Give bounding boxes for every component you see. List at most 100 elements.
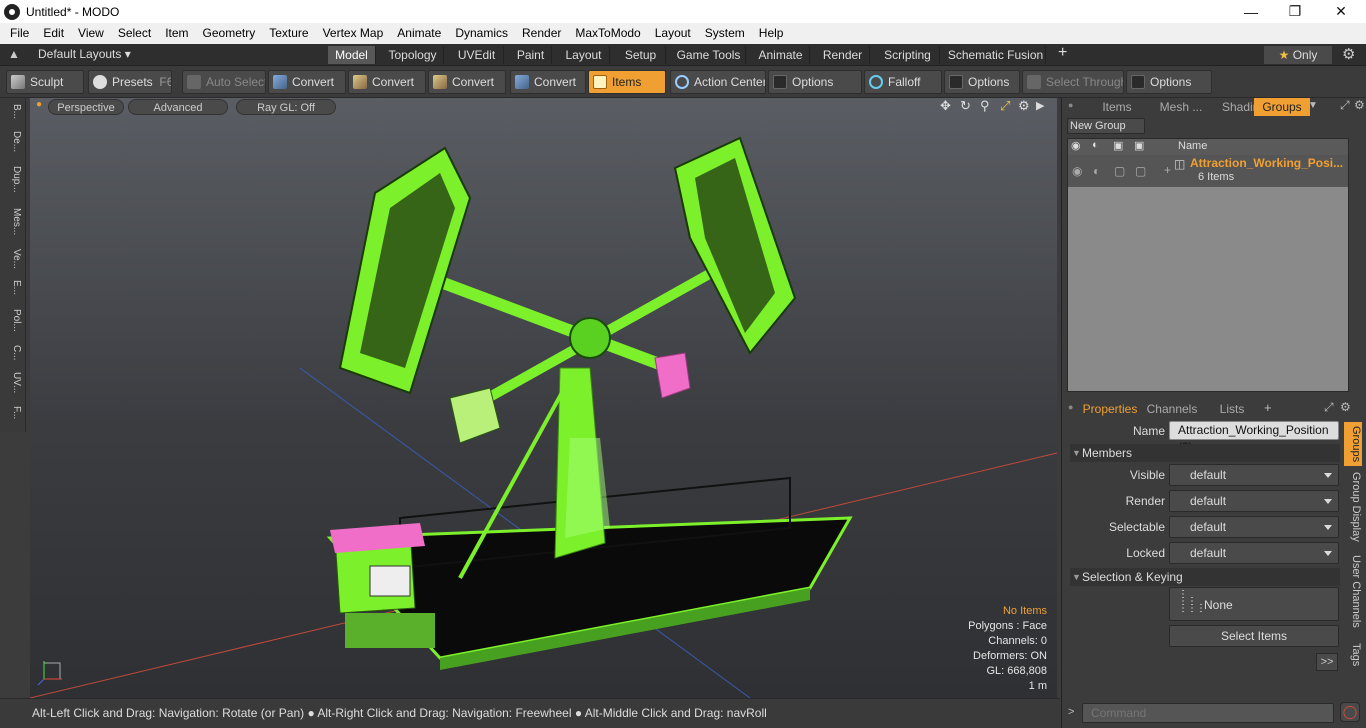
menu-system[interactable]: System bbox=[698, 23, 752, 44]
selection-keying-section[interactable]: ▼ Selection & Keying bbox=[1070, 568, 1340, 586]
left-tab-edge[interactable]: E... bbox=[4, 276, 22, 300]
menu-view[interactable]: View bbox=[71, 23, 111, 44]
close-button[interactable]: ✕ bbox=[1318, 0, 1364, 23]
render-toggle-icon[interactable]: ◐ bbox=[1093, 164, 1100, 178]
lock-column-icon[interactable]: ▣ bbox=[1113, 139, 1123, 152]
gear-icon[interactable]: ⚙ bbox=[1342, 45, 1355, 63]
action-center-button[interactable]: Action Center bbox=[670, 70, 766, 94]
view-mode-button[interactable]: Perspective bbox=[48, 99, 124, 115]
side-tab-group-display[interactable]: Group Display bbox=[1344, 472, 1362, 542]
collapse-icon[interactable]: ▲ bbox=[8, 47, 20, 61]
options-button-1[interactable]: Options bbox=[768, 70, 862, 94]
pan-icon[interactable]: ✥ bbox=[940, 98, 951, 114]
tab-topology[interactable]: Topology bbox=[382, 46, 444, 64]
expand-plus-icon[interactable]: + bbox=[1164, 163, 1171, 177]
menu-edit[interactable]: Edit bbox=[36, 23, 71, 44]
convert-button-2[interactable]: Convert bbox=[348, 70, 426, 94]
add-tab-icon[interactable]: + bbox=[1264, 400, 1272, 415]
tab-properties[interactable]: Properties bbox=[1082, 400, 1138, 418]
menu-texture[interactable]: Texture bbox=[262, 23, 315, 44]
panel-menu-icon[interactable]: ● bbox=[1068, 100, 1073, 110]
new-group-button[interactable]: New Group bbox=[1067, 118, 1145, 134]
left-tab-vertex[interactable]: Ve... bbox=[4, 246, 22, 272]
tab-groups[interactable]: Groups bbox=[1254, 98, 1310, 116]
left-tab-polygon[interactable]: Pol... bbox=[4, 304, 22, 336]
menu-file[interactable]: File bbox=[0, 23, 36, 44]
viewport-menu-icon[interactable]: ● bbox=[36, 99, 42, 110]
left-tab-fusion[interactable]: F... bbox=[4, 400, 22, 426]
menu-dynamics[interactable]: Dynamics bbox=[448, 23, 515, 44]
render-dropdown[interactable]: default bbox=[1169, 490, 1339, 512]
3d-viewport[interactable]: ● Perspective Advanced Ray GL: Off ✥ ↻ ⚲… bbox=[30, 98, 1057, 698]
menu-geometry[interactable]: Geometry bbox=[196, 23, 263, 44]
side-tab-user-channels[interactable]: User Channels bbox=[1344, 554, 1362, 628]
add-tab-icon[interactable]: + bbox=[1058, 44, 1067, 62]
viewport-settings-icon[interactable]: ⚙ bbox=[1018, 98, 1030, 114]
record-icon[interactable]: ◯ bbox=[1340, 702, 1360, 722]
key-none-button[interactable]: ⋮ ⋮⋮ ⋮⋮⋮ None bbox=[1169, 587, 1339, 621]
selectable-dropdown[interactable]: default bbox=[1169, 516, 1339, 538]
visibility-eye-icon[interactable]: ◉ bbox=[1072, 164, 1082, 178]
menu-layout[interactable]: Layout bbox=[648, 23, 698, 44]
tab-channels[interactable]: Channels bbox=[1144, 400, 1200, 418]
locked-dropdown[interactable]: default bbox=[1169, 542, 1339, 564]
sculpt-button[interactable]: Sculpt bbox=[6, 70, 84, 94]
tab-schematic-fusion[interactable]: Schematic Fusion bbox=[946, 46, 1046, 64]
select-column-icon[interactable]: ▣ bbox=[1134, 139, 1144, 152]
maximize-button[interactable]: ❐ bbox=[1272, 0, 1318, 23]
rotate-icon[interactable]: ↻ bbox=[960, 98, 971, 114]
left-tab-duplicate[interactable]: Dup... bbox=[4, 160, 22, 198]
only-toggle[interactable]: ★ Only bbox=[1264, 46, 1332, 64]
name-column-header[interactable]: Name bbox=[1178, 140, 1207, 152]
tab-lists[interactable]: Lists bbox=[1204, 400, 1260, 418]
side-tab-tags[interactable]: Tags bbox=[1344, 640, 1362, 670]
side-tab-groups[interactable]: Groups bbox=[1344, 422, 1362, 466]
options-button-2[interactable]: Options bbox=[944, 70, 1020, 94]
left-tab-uv[interactable]: UV... bbox=[4, 370, 22, 396]
shading-mode-button[interactable]: Advanced bbox=[128, 99, 228, 115]
tab-dropdown-icon[interactable]: ▼ bbox=[1308, 100, 1318, 111]
render-column-icon[interactable]: ◐ bbox=[1092, 139, 1099, 151]
left-tab-basic[interactable]: B... bbox=[4, 100, 22, 124]
tab-render[interactable]: Render bbox=[816, 46, 870, 64]
panel-gear-icon[interactable]: ⚙ bbox=[1354, 98, 1365, 112]
default-layouts-dropdown[interactable]: Default Layouts ▾ bbox=[38, 47, 131, 61]
tab-setup[interactable]: Setup bbox=[616, 46, 666, 64]
convert-button-1[interactable]: Convert bbox=[268, 70, 346, 94]
presets-button[interactable]: Presets F6 bbox=[88, 70, 172, 94]
menu-item[interactable]: Item bbox=[158, 23, 195, 44]
menu-render[interactable]: Render bbox=[515, 23, 568, 44]
falloff-button[interactable]: Falloff bbox=[864, 70, 942, 94]
group-name-field[interactable]: Attraction_Working_Position (8) bbox=[1169, 421, 1339, 454]
menu-maxtomodo[interactable]: MaxToModo bbox=[568, 23, 647, 44]
fit-icon[interactable]: ⤢ bbox=[1000, 98, 1010, 114]
select-through-button[interactable]: Select Through bbox=[1022, 70, 1124, 94]
auto-select-button[interactable]: Auto Select bbox=[182, 70, 266, 94]
expand-right-icon[interactable]: ▶ bbox=[1036, 99, 1044, 112]
tab-animate[interactable]: Animate bbox=[752, 46, 810, 64]
raygl-button[interactable]: Ray GL: Off bbox=[236, 99, 336, 115]
convert-button-3[interactable]: Convert bbox=[428, 70, 506, 94]
group-row[interactable]: ◉ ◐ ▢ ▢ + ◫ Attraction_Working_Posi... 6… bbox=[1068, 155, 1348, 187]
left-tab-deform[interactable]: De... bbox=[4, 128, 22, 156]
left-tab-curve[interactable]: C... bbox=[4, 340, 22, 366]
maximize-panel-icon[interactable]: ⤢ bbox=[1324, 400, 1334, 415]
tab-game-tools[interactable]: Game Tools bbox=[672, 46, 746, 64]
more-button[interactable]: >> bbox=[1316, 653, 1338, 671]
convert-button-4[interactable]: Convert bbox=[510, 70, 586, 94]
tab-uvedit[interactable]: UVEdit bbox=[450, 46, 504, 64]
items-mode-button[interactable]: Items bbox=[588, 70, 666, 94]
group-name[interactable]: Attraction_Working_Posi... bbox=[1190, 156, 1343, 170]
left-tab-mesh[interactable]: Mes... bbox=[4, 202, 22, 242]
tab-mesh[interactable]: Mesh ... bbox=[1150, 98, 1212, 116]
visible-dropdown[interactable]: default bbox=[1169, 464, 1339, 486]
tab-scripting[interactable]: Scripting bbox=[876, 46, 940, 64]
menu-vertex-map[interactable]: Vertex Map bbox=[316, 23, 391, 44]
select-items-button[interactable]: Select Items bbox=[1169, 625, 1339, 647]
zoom-icon[interactable]: ⚲ bbox=[980, 98, 990, 114]
lock-toggle-icon[interactable]: ▢ bbox=[1114, 164, 1125, 178]
menu-help[interactable]: Help bbox=[752, 23, 791, 44]
options-button-3[interactable]: Options bbox=[1126, 70, 1212, 94]
menu-select[interactable]: Select bbox=[111, 23, 158, 44]
tab-layout[interactable]: Layout bbox=[558, 46, 610, 64]
